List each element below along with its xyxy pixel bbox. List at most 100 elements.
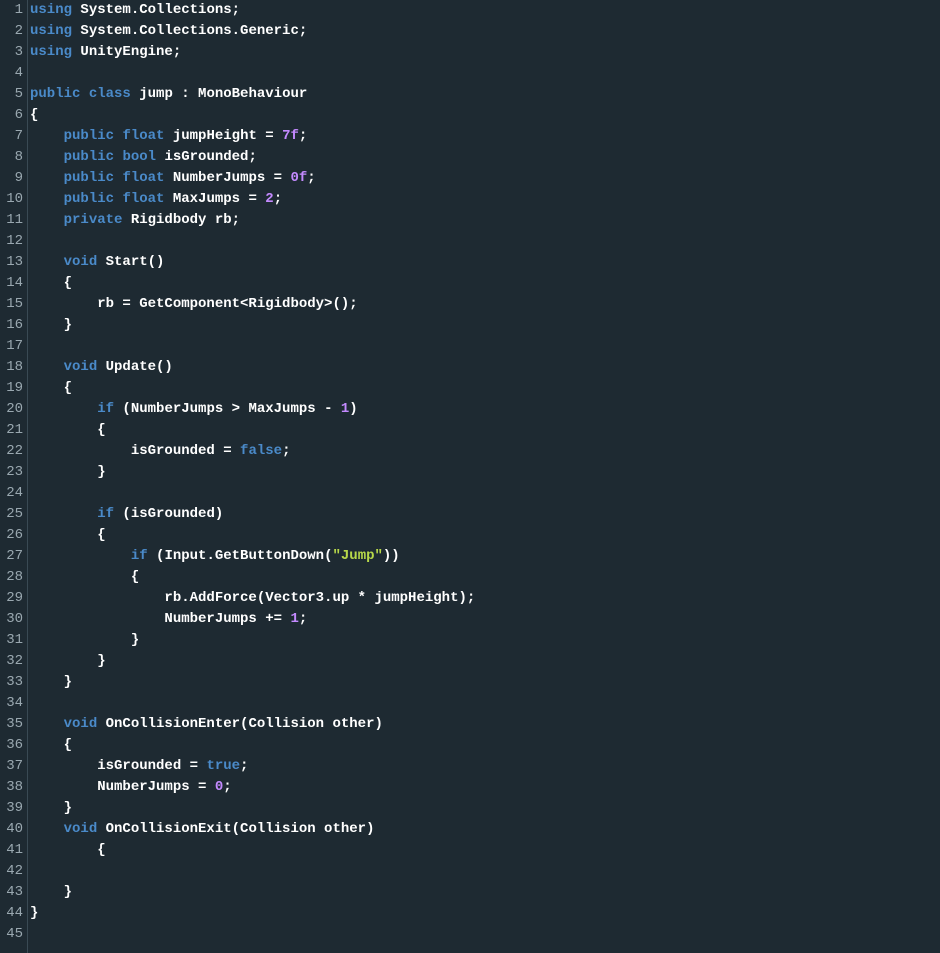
code-line[interactable]: { — [30, 525, 475, 546]
code-line[interactable]: if (NumberJumps > MaxJumps - 1) — [30, 399, 475, 420]
code-line[interactable]: { — [30, 420, 475, 441]
code-line[interactable] — [30, 693, 475, 714]
code-area[interactable]: using System.Collections;using System.Co… — [28, 0, 475, 953]
code-line[interactable]: if (isGrounded) — [30, 504, 475, 525]
token-type: float — [122, 170, 164, 186]
line-number: 38 — [0, 777, 23, 798]
code-line[interactable] — [30, 861, 475, 882]
token-ident — [30, 191, 64, 207]
code-line[interactable]: } — [30, 798, 475, 819]
code-line[interactable]: public float MaxJumps = 2; — [30, 189, 475, 210]
token-punc: } — [30, 800, 72, 816]
code-line[interactable]: } — [30, 630, 475, 651]
line-number: 30 — [0, 609, 23, 630]
line-number: 2 — [0, 21, 23, 42]
code-line[interactable]: private Rigidbody rb; — [30, 210, 475, 231]
token-boolv: false — [240, 443, 282, 459]
token-ident — [80, 86, 88, 102]
code-line[interactable]: void Start() — [30, 252, 475, 273]
line-number: 19 — [0, 378, 23, 399]
token-punc: ; — [307, 170, 315, 186]
token-punc: ) — [349, 401, 357, 417]
code-line[interactable]: rb.AddForce(Vector3.up * jumpHeight); — [30, 588, 475, 609]
token-ident — [30, 716, 64, 732]
line-number: 12 — [0, 231, 23, 252]
line-number: 20 — [0, 399, 23, 420]
code-line[interactable]: } — [30, 462, 475, 483]
code-line[interactable]: using System.Collections.Generic; — [30, 21, 475, 42]
line-number: 9 — [0, 168, 23, 189]
line-number: 1 — [0, 0, 23, 21]
line-number: 21 — [0, 420, 23, 441]
token-str: "Jump" — [332, 548, 382, 564]
code-line[interactable]: { — [30, 273, 475, 294]
code-line[interactable] — [30, 336, 475, 357]
code-line[interactable]: public float NumberJumps = 0f; — [30, 168, 475, 189]
code-line[interactable]: public float jumpHeight = 7f; — [30, 126, 475, 147]
token-num: 0f — [290, 170, 307, 186]
line-number: 44 — [0, 903, 23, 924]
line-number: 35 — [0, 714, 23, 735]
code-line[interactable]: } — [30, 672, 475, 693]
code-line[interactable]: using UnityEngine; — [30, 42, 475, 63]
token-type: float — [122, 191, 164, 207]
code-line[interactable]: NumberJumps += 1; — [30, 609, 475, 630]
token-kw: class — [89, 86, 131, 102]
line-number: 15 — [0, 294, 23, 315]
code-line[interactable]: } — [30, 651, 475, 672]
code-line[interactable] — [30, 483, 475, 504]
line-number: 14 — [0, 273, 23, 294]
line-number: 5 — [0, 84, 23, 105]
token-kw: void — [64, 254, 98, 270]
code-line[interactable]: } — [30, 882, 475, 903]
line-number-gutter: 1234567891011121314151617181920212223242… — [0, 0, 28, 953]
token-ident — [30, 401, 97, 417]
token-punc: { — [30, 380, 72, 396]
token-kw: void — [64, 821, 98, 837]
code-line[interactable] — [30, 63, 475, 84]
token-ident: rb = GetComponent<Rigidbody>(); — [30, 296, 358, 312]
code-line[interactable]: using System.Collections; — [30, 0, 475, 21]
line-number: 6 — [0, 105, 23, 126]
code-line[interactable]: public class jump : MonoBehaviour — [30, 84, 475, 105]
line-number: 23 — [0, 462, 23, 483]
code-line[interactable] — [30, 231, 475, 252]
line-number: 25 — [0, 504, 23, 525]
code-line[interactable]: } — [30, 903, 475, 924]
token-kw: public — [64, 128, 114, 144]
token-ident: isGrounded = — [30, 443, 240, 459]
code-line[interactable]: public bool isGrounded; — [30, 147, 475, 168]
line-number: 40 — [0, 819, 23, 840]
token-punc: { — [30, 107, 38, 123]
code-line[interactable]: isGrounded = true; — [30, 756, 475, 777]
token-ident — [30, 821, 64, 837]
token-punc: ; — [299, 611, 307, 627]
line-number: 17 — [0, 336, 23, 357]
code-line[interactable]: void Update() — [30, 357, 475, 378]
token-punc: ; — [223, 779, 231, 795]
code-line[interactable]: if (Input.GetButtonDown("Jump")) — [30, 546, 475, 567]
line-number: 37 — [0, 756, 23, 777]
token-ident — [30, 548, 131, 564]
code-line[interactable]: { — [30, 840, 475, 861]
line-number: 10 — [0, 189, 23, 210]
code-line[interactable]: NumberJumps = 0; — [30, 777, 475, 798]
code-line[interactable]: rb = GetComponent<Rigidbody>(); — [30, 294, 475, 315]
code-line[interactable]: void OnCollisionExit(Collision other) — [30, 819, 475, 840]
code-editor[interactable]: 1234567891011121314151617181920212223242… — [0, 0, 940, 953]
code-line[interactable]: { — [30, 378, 475, 399]
code-line[interactable] — [30, 924, 475, 945]
token-ident: OnCollisionEnter(Collision other) — [97, 716, 383, 732]
line-number: 43 — [0, 882, 23, 903]
token-punc: ; — [240, 758, 248, 774]
code-line[interactable]: isGrounded = false; — [30, 441, 475, 462]
token-num: 2 — [265, 191, 273, 207]
code-line[interactable]: { — [30, 567, 475, 588]
line-number: 39 — [0, 798, 23, 819]
code-line[interactable]: { — [30, 105, 475, 126]
line-number: 8 — [0, 147, 23, 168]
token-kw: if — [97, 401, 114, 417]
code-line[interactable]: { — [30, 735, 475, 756]
code-line[interactable]: } — [30, 315, 475, 336]
code-line[interactable]: void OnCollisionEnter(Collision other) — [30, 714, 475, 735]
